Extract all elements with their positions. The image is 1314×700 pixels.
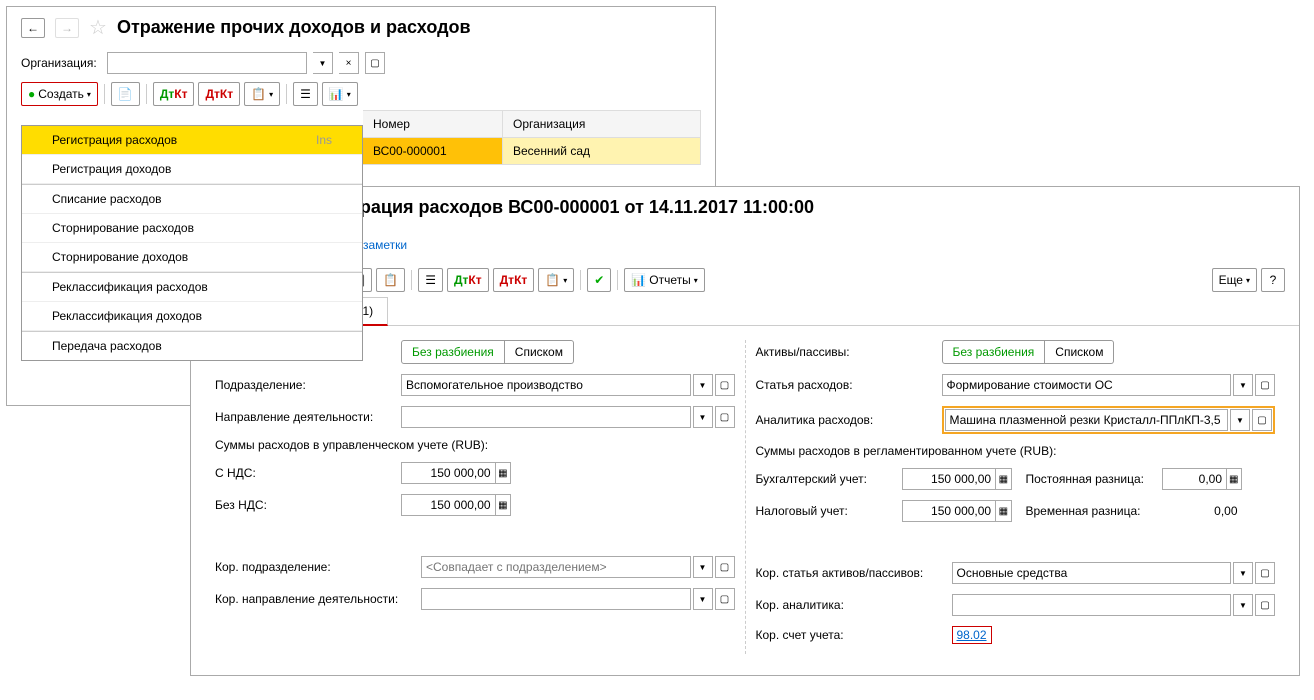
bux-field[interactable]: ▦ (902, 468, 1012, 490)
cordept-field[interactable] (421, 556, 691, 578)
approve-button[interactable]: ✔ (587, 268, 611, 292)
cordir-field[interactable] (421, 588, 691, 610)
novat-field[interactable]: ▦ (401, 494, 511, 516)
cordir-open[interactable]: ▢ (715, 588, 735, 610)
menu-reclass-exp[interactable]: Реклассификация расходов (22, 272, 362, 302)
page-title: Отражение прочих доходов и расходов (117, 17, 471, 38)
create-button[interactable]: ●Создать▾ (21, 82, 98, 106)
coranal-field[interactable] (952, 594, 1232, 616)
assets-mode-toggle[interactable]: Без разбиения Списком (942, 340, 1115, 364)
vr-field (1162, 500, 1242, 522)
drcr2-button[interactable]: ДтКт (198, 82, 240, 106)
mgmt-sums-title: Суммы расходов в управленческом учете (R… (215, 438, 735, 452)
coranal-open[interactable]: ▢ (1255, 594, 1275, 616)
pr-field[interactable]: ▦ (1162, 468, 1242, 490)
drcr-button-2[interactable]: ДтКт (447, 268, 489, 292)
analytics-dropdown[interactable]: ▼ (1230, 409, 1250, 431)
split-mode-toggle[interactable]: Без разбиения Списком (401, 340, 574, 364)
direction-dropdown[interactable]: ▼ (693, 406, 713, 428)
item-label: Статья расходов: (756, 378, 936, 392)
document-title: Регистрация расходов ВС00-000001 от 14.1… (301, 197, 814, 218)
org-clear-button[interactable]: × (339, 52, 359, 74)
analytics-open[interactable]: ▢ (1252, 409, 1272, 431)
dept-field[interactable] (401, 374, 691, 396)
org-label: Организация: (21, 56, 101, 70)
calc-icon[interactable]: ▦ (495, 462, 510, 484)
vat-label: С НДС: (215, 466, 395, 480)
cordir-dropdown[interactable]: ▼ (693, 588, 713, 610)
cordept-label: Кор. подразделение: (215, 560, 415, 574)
direction-open[interactable]: ▢ (715, 406, 735, 428)
corap-label: Кор. статья активов/пассивов: (756, 566, 946, 580)
menu-transfer[interactable]: Передача расходов (22, 331, 362, 360)
coranal-dropdown[interactable]: ▼ (1233, 594, 1253, 616)
cordept-dropdown[interactable]: ▼ (693, 556, 713, 578)
print-button-2[interactable]: 📋▾ (538, 268, 574, 292)
assets-label: Активы/пассивы: (756, 345, 936, 359)
list-button-2[interactable]: ☰ (418, 268, 443, 292)
direction-label: Направление деятельности: (215, 410, 395, 424)
calc-icon[interactable]: ▦ (1226, 468, 1240, 490)
calc-icon[interactable]: ▦ (495, 494, 510, 516)
nav-back-button[interactable]: ← (21, 18, 45, 38)
coranal-label: Кор. аналитика: (756, 598, 946, 612)
org-field[interactable] (107, 52, 307, 74)
calc-icon[interactable]: ▦ (995, 500, 1010, 522)
coracct-label: Кор. счет учета: (756, 628, 946, 642)
reg-sums-title: Суммы расходов в регламентированном учет… (756, 444, 1276, 458)
dept-dropdown[interactable]: ▼ (693, 374, 713, 396)
direction-field[interactable] (401, 406, 691, 428)
create-dropdown-menu: Регистрация расходовIns Регистрация дохо… (21, 125, 363, 361)
reports-button[interactable]: 📊 Отчеты▾ (624, 268, 704, 292)
vr-label: Временная разница: (1026, 504, 1156, 518)
cordir-label: Кор. направление деятельности: (215, 592, 415, 606)
tax-label: Налоговый учет: (756, 504, 896, 518)
novat-label: Без НДС: (215, 498, 395, 512)
favorite-star-icon[interactable]: ☆ (89, 15, 107, 40)
dept-label: Подразделение: (215, 378, 395, 392)
nav-forward-button[interactable]: → (55, 18, 79, 38)
analytics-field[interactable] (945, 409, 1229, 431)
dept-open[interactable]: ▢ (715, 374, 735, 396)
chart-button[interactable]: 📊▾ (322, 82, 358, 106)
menu-reg-expenses[interactable]: Регистрация расходовIns (22, 126, 362, 155)
menu-storno-inc[interactable]: Сторнирование доходов (22, 243, 362, 272)
drcr-button-3[interactable]: ДтКт (493, 268, 535, 292)
bux-label: Бухгалтерский учет: (756, 472, 896, 486)
org-open-button[interactable]: ▢ (365, 52, 385, 74)
menu-storno-exp[interactable]: Сторнирование расходов (22, 214, 362, 243)
post-button[interactable]: 📋 (376, 268, 405, 292)
item-dropdown[interactable]: ▼ (1233, 374, 1253, 396)
item-field[interactable] (942, 374, 1232, 396)
item-open[interactable]: ▢ (1255, 374, 1275, 396)
analytics-label: Аналитика расходов: (756, 413, 936, 427)
calc-icon[interactable]: ▦ (995, 468, 1010, 490)
drcr-button[interactable]: ДтКт (153, 82, 195, 106)
documents-table: Номер Организация ВС00-000001 Весенний с… (363, 110, 701, 165)
corap-open[interactable]: ▢ (1255, 562, 1275, 584)
more-button[interactable]: Еще▾ (1212, 268, 1257, 292)
org-dropdown-button[interactable]: ▼ (313, 52, 333, 74)
col-org[interactable]: Организация (503, 110, 701, 138)
copy-button[interactable]: 📄 (111, 82, 140, 106)
tax-field[interactable]: ▦ (902, 500, 1012, 522)
menu-reg-income[interactable]: Регистрация доходов (22, 155, 362, 184)
help-button[interactable]: ? (1261, 268, 1285, 292)
menu-writeoff[interactable]: Списание расходов (22, 184, 362, 214)
pr-label: Постоянная разница: (1026, 472, 1156, 486)
menu-reclass-inc[interactable]: Реклассификация доходов (22, 302, 362, 331)
col-number[interactable]: Номер (363, 110, 503, 138)
coracct-link[interactable]: 98.02 (952, 626, 992, 644)
corap-field[interactable] (952, 562, 1232, 584)
corap-dropdown[interactable]: ▼ (1233, 562, 1253, 584)
table-row[interactable]: ВС00-000001 Весенний сад (363, 138, 701, 165)
cordept-open[interactable]: ▢ (715, 556, 735, 578)
print-button[interactable]: 📋▾ (244, 82, 280, 106)
vat-field[interactable]: ▦ (401, 462, 511, 484)
list-button[interactable]: ☰ (293, 82, 318, 106)
